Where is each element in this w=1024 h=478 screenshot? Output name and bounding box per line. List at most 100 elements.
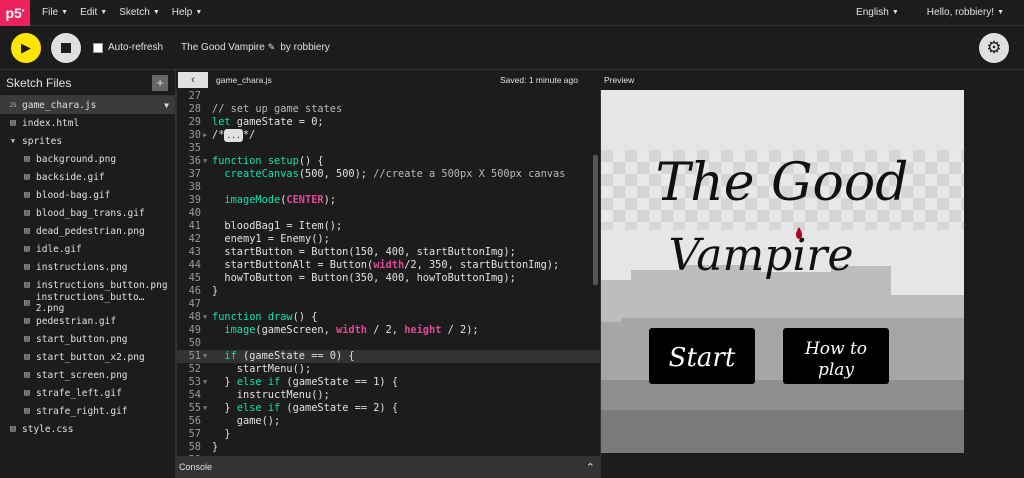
menu-sketch[interactable]: Sketch ▼ bbox=[119, 7, 160, 18]
file-item[interactable]: ▤ start_screen.png bbox=[0, 366, 175, 384]
code-line[interactable]: 28 // set up game states bbox=[177, 103, 600, 116]
saved-status: Saved: 1 minute ago bbox=[500, 75, 578, 85]
stop-icon bbox=[61, 42, 71, 53]
fold-arrow-icon[interactable]: ▶ bbox=[203, 129, 212, 142]
file-item[interactable]: ▤ blood-bag.gif bbox=[0, 186, 175, 204]
console-bar[interactable]: Console ⌃ bbox=[176, 456, 600, 478]
line-number: 56 bbox=[188, 415, 201, 427]
file-item[interactable]: ▤ idle.gif bbox=[0, 240, 175, 258]
code-lines: 27 28 // set up game states 29 let gameState… bbox=[177, 90, 600, 456]
menu-edit[interactable]: Edit ▼ bbox=[80, 7, 107, 18]
folder-item[interactable]: ▼ sprites bbox=[0, 132, 175, 150]
code-line[interactable]: 39 imageMode(CENTER); bbox=[177, 194, 600, 207]
file-item[interactable]: ▤ instructions_butto… 2.png bbox=[0, 292, 175, 314]
user-menu[interactable]: Hello, robbiery! ▼ bbox=[927, 7, 1004, 18]
file-item[interactable]: ▤ strafe_right.gif bbox=[0, 402, 175, 420]
settings-button[interactable]: ⚙ bbox=[979, 32, 1009, 63]
start-game-button[interactable]: Start bbox=[649, 328, 755, 384]
sketch-name[interactable]: The Good Vampire bbox=[181, 42, 265, 53]
chevron-down-icon[interactable]: ▼ bbox=[164, 101, 169, 110]
fold-gutter bbox=[203, 428, 212, 441]
file-name: start_screen.png bbox=[36, 369, 128, 381]
code-line[interactable]: 30 ▶/*... */ bbox=[177, 129, 600, 142]
pencil-icon[interactable]: ✎ bbox=[268, 42, 276, 53]
code-line[interactable]: 57 } bbox=[177, 428, 600, 441]
file-item[interactable]: ▤ background.png bbox=[0, 150, 175, 168]
code-text: image(gameScreen, width / 2, height / 2)… bbox=[224, 324, 479, 336]
file-item[interactable]: ▤ strafe_left.gif bbox=[0, 384, 175, 402]
code-line[interactable]: 50 bbox=[177, 337, 600, 350]
file-item[interactable]: ▤ index.html bbox=[0, 114, 175, 132]
code-line[interactable]: 46} bbox=[177, 285, 600, 298]
code-line[interactable]: 56 game(); bbox=[177, 415, 600, 428]
code-line[interactable]: 51 ▼ if (gameState == 0) { bbox=[177, 350, 600, 363]
fold-arrow-icon[interactable]: ▼ bbox=[203, 155, 212, 168]
file-item[interactable]: ▤ blood_bag_trans.gif bbox=[0, 204, 175, 222]
code-line[interactable]: 27 bbox=[177, 90, 600, 103]
menu-help[interactable]: Help ▼ bbox=[172, 7, 203, 18]
code-line[interactable]: 35 bbox=[177, 142, 600, 155]
code-text: createCanvas(500, 500); //create a 500px… bbox=[224, 168, 566, 180]
file-item[interactable]: ▤ pedestrian.gif bbox=[0, 312, 175, 330]
code-editor[interactable]: 27 28 // set up game states 29 let gameState… bbox=[176, 90, 600, 456]
fold-arrow-icon[interactable]: ▼ bbox=[203, 350, 212, 363]
add-file-button[interactable]: + bbox=[152, 74, 168, 91]
fold-arrow-icon[interactable]: ▼ bbox=[203, 402, 212, 415]
folded-code-marker[interactable]: ... bbox=[224, 129, 243, 142]
code-line[interactable]: 40 bbox=[177, 207, 600, 220]
code-text: game(); bbox=[212, 415, 281, 427]
file-item[interactable]: ▤ dead_pedestrian.png bbox=[0, 222, 175, 240]
preview-header: Preview bbox=[604, 70, 1024, 90]
code-line[interactable]: 42 enemy1 = Enemy(); bbox=[177, 233, 600, 246]
file-item[interactable]: ▤ instructions.png bbox=[0, 258, 175, 276]
code-line[interactable]: 38 bbox=[177, 181, 600, 194]
code-line[interactable]: 44 startButtonAlt = Button(width/2, 350,… bbox=[177, 259, 600, 272]
file-name: idle.gif bbox=[36, 243, 82, 255]
code-line[interactable]: 37 createCanvas(500, 500); //create a 50… bbox=[177, 168, 600, 181]
file-item[interactable]: ▤ start_button.png bbox=[0, 330, 175, 348]
code-line[interactable]: 49 image(gameScreen, width / 2, height /… bbox=[177, 324, 600, 337]
p5-logo[interactable]: p5 * bbox=[0, 0, 30, 26]
code-line[interactable]: 41 bloodBag1 = Item(); bbox=[177, 220, 600, 233]
code-line[interactable]: 52 startMenu(); bbox=[177, 363, 600, 376]
code-line[interactable]: 48 ▼ function draw() { bbox=[177, 311, 600, 324]
code-text: function setup() { bbox=[212, 155, 324, 167]
how-to-play-button[interactable]: How to play bbox=[783, 328, 889, 384]
code-line[interactable]: 47 bbox=[177, 298, 600, 311]
file-item[interactable]: ▤ backside.gif bbox=[0, 168, 175, 186]
code-line[interactable]: 54 instructMenu(); bbox=[177, 389, 600, 402]
editor-scrollbar[interactable] bbox=[593, 155, 598, 285]
code-line[interactable]: 58} bbox=[177, 441, 600, 454]
code-line[interactable]: 29 let gameState = 0; bbox=[177, 116, 600, 129]
code-text: startMenu(); bbox=[212, 363, 312, 375]
sketch-canvas[interactable]: The Good Vampire Start How to play bbox=[601, 90, 964, 453]
code-line[interactable]: 53 ▼ } else if (gameState == 1) { bbox=[177, 376, 600, 389]
file-item[interactable]: ▤ style.css bbox=[0, 420, 175, 438]
fold-gutter bbox=[203, 116, 212, 129]
line-number: 48 bbox=[188, 311, 201, 323]
canvas-foreground bbox=[601, 410, 964, 453]
folder-open-icon: ▼ bbox=[10, 137, 16, 145]
code-line[interactable]: 45 howToButton = Button(350, 400, howToB… bbox=[177, 272, 600, 285]
chevron-down-icon: ▼ bbox=[997, 9, 1004, 16]
stop-button[interactable] bbox=[51, 32, 81, 63]
collapse-sidebar-button[interactable]: ‹ bbox=[178, 72, 208, 88]
fold-gutter bbox=[203, 363, 212, 376]
fold-arrow-icon[interactable]: ▼ bbox=[203, 376, 212, 389]
line-number: 52 bbox=[188, 363, 201, 375]
chevron-up-icon[interactable]: ⌃ bbox=[586, 461, 595, 474]
fold-gutter bbox=[203, 142, 212, 155]
code-text: /* bbox=[212, 129, 225, 141]
code-line[interactable]: 55 ▼ } else if (gameState == 2) { bbox=[177, 402, 600, 415]
file-item[interactable]: ▤ start_button_x2.png bbox=[0, 348, 175, 366]
code-line[interactable]: 36 ▼ function setup() { bbox=[177, 155, 600, 168]
file-item[interactable]: JS game_chara.js ▼ bbox=[0, 96, 175, 114]
play-button[interactable]: ▶ bbox=[11, 32, 41, 63]
code-line[interactable]: 43 startButton = Button(150, 400, startB… bbox=[177, 246, 600, 259]
menu-file[interactable]: File ▼ bbox=[42, 7, 68, 18]
fold-arrow-icon[interactable]: ▼ bbox=[203, 311, 212, 324]
auto-refresh-checkbox[interactable] bbox=[93, 42, 103, 53]
code-text: } bbox=[212, 428, 231, 440]
file-icon: ▤ bbox=[24, 208, 30, 218]
language-selector[interactable]: English ▼ bbox=[856, 7, 899, 18]
